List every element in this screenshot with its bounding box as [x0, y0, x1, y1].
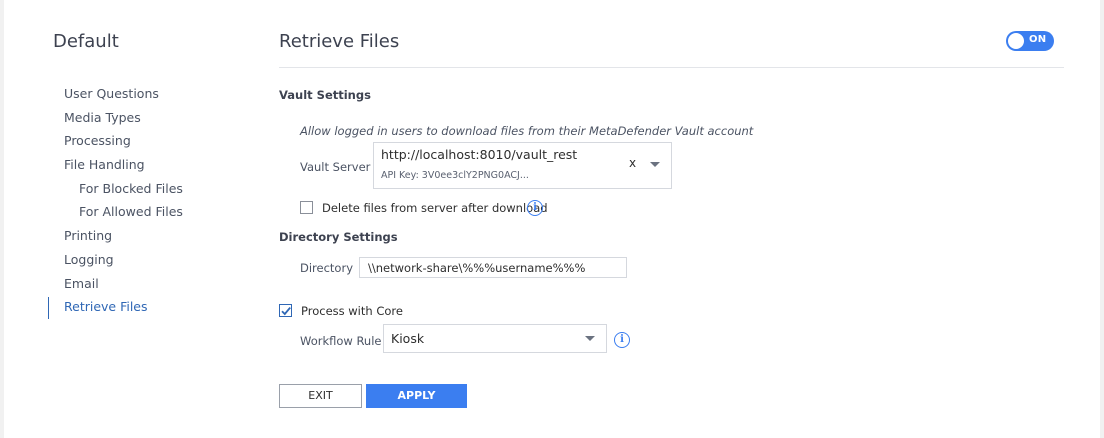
sidebar-item-for-blocked-files[interactable]: For Blocked Files — [48, 179, 248, 203]
toggle-label: ON — [1029, 34, 1047, 45]
sidebar-item-retrieve-files[interactable]: Retrieve Files — [48, 297, 248, 321]
directory-label: Directory — [300, 261, 354, 275]
sidebar-item-media-types[interactable]: Media Types — [48, 108, 248, 132]
directory-input[interactable] — [359, 257, 627, 278]
sidebar-item-email[interactable]: Email — [48, 274, 248, 298]
workflow-rule-value: Kiosk — [391, 331, 425, 346]
info-icon[interactable]: i — [614, 332, 630, 348]
page-title: Retrieve Files — [279, 31, 400, 52]
sidebar-title: Default — [53, 31, 119, 52]
chevron-down-icon[interactable] — [650, 162, 660, 167]
settings-panel: Default User Questions Media Types Proce… — [4, 0, 1100, 438]
vault-server-label: Vault Server — [300, 160, 371, 174]
sidebar-item-logging[interactable]: Logging — [48, 250, 248, 274]
vault-hint: Allow logged in users to download files … — [300, 124, 754, 138]
vault-server-url: http://localhost:8010/vault_rest — [381, 147, 578, 162]
sidebar-item-file-handling[interactable]: File Handling — [48, 155, 248, 179]
sidebar-item-for-allowed-files[interactable]: For Allowed Files — [48, 202, 248, 226]
directory-settings-heading: Directory Settings — [279, 230, 398, 244]
check-icon — [281, 307, 291, 316]
apply-button[interactable]: APPLY — [366, 384, 467, 408]
exit-button[interactable]: EXIT — [279, 384, 362, 408]
feature-toggle[interactable]: ON — [1006, 31, 1054, 51]
sidebar-nav: User Questions Media Types Processing Fi… — [48, 84, 248, 321]
info-icon[interactable]: i — [527, 200, 543, 216]
delete-files-label: Delete files from server after download — [322, 201, 548, 215]
clear-selection-icon[interactable]: x — [629, 156, 636, 170]
workflow-rule-select[interactable]: Kiosk — [383, 324, 607, 353]
vault-api-key: API Key: 3V0ee3clY2PNG0ACJ... — [381, 170, 529, 181]
workflow-rule-label: Workflow Rule — [300, 334, 382, 348]
vault-server-select[interactable]: http://localhost:8010/vault_rest API Key… — [373, 142, 672, 189]
process-with-core-label: Process with Core — [301, 304, 403, 318]
sidebar-item-processing[interactable]: Processing — [48, 131, 248, 155]
sidebar-item-user-questions[interactable]: User Questions — [48, 84, 248, 108]
chevron-down-icon[interactable] — [585, 336, 595, 341]
sidebar-item-printing[interactable]: Printing — [48, 226, 248, 250]
vault-settings-heading: Vault Settings — [279, 88, 371, 102]
delete-files-checkbox[interactable] — [300, 201, 313, 214]
title-divider — [279, 67, 1064, 68]
process-with-core-checkbox[interactable] — [279, 304, 292, 317]
toggle-knob — [1008, 33, 1024, 49]
